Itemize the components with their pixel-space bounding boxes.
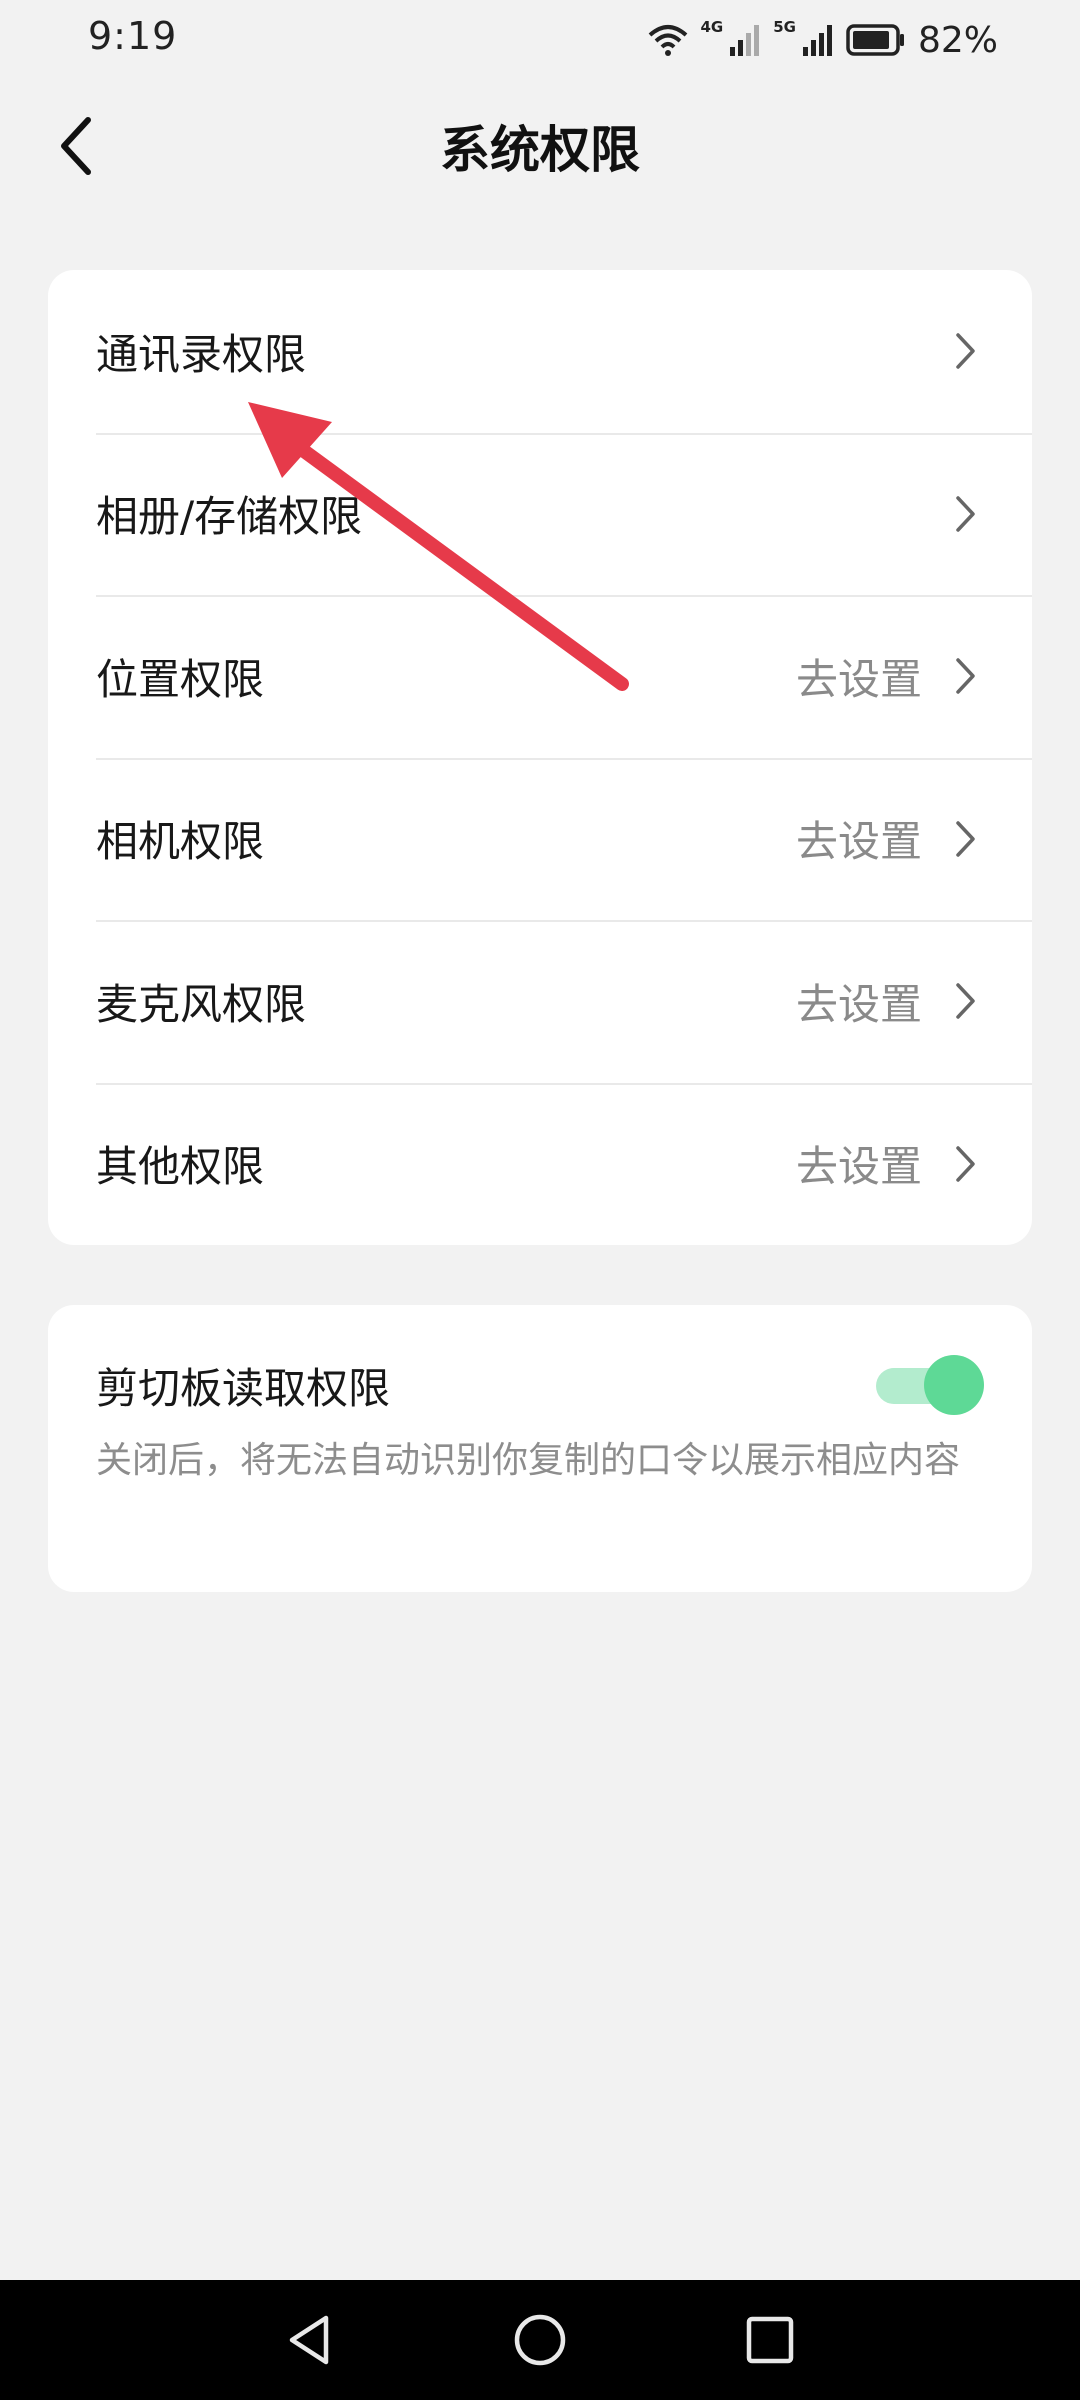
status-bar: 9:19 4G 5G 82% xyxy=(0,0,1080,80)
header: 系统权限 xyxy=(0,100,1080,192)
battery-icon xyxy=(846,24,904,56)
permission-row-location[interactable]: 位置权限 去设置 xyxy=(48,595,1032,758)
permission-label: 相机权限 xyxy=(96,817,265,867)
go-settings-link[interactable]: 去设置 xyxy=(796,1133,922,1194)
permission-row-microphone[interactable]: 麦克风权限 去设置 xyxy=(48,920,1032,1083)
network-type-label: 5G xyxy=(773,18,796,36)
permission-label: 位置权限 xyxy=(96,654,265,704)
status-time: 9:19 xyxy=(88,14,178,58)
permission-label: 麦克风权限 xyxy=(96,979,307,1029)
chevron-right-icon xyxy=(952,331,980,371)
permission-row-camera[interactable]: 相机权限 去设置 xyxy=(48,757,1032,921)
chevron-right-icon xyxy=(952,494,980,534)
recents-square-icon xyxy=(746,2316,794,2364)
status-icons: 4G 5G 82% xyxy=(648,14,998,66)
chevron-right-icon xyxy=(952,1144,980,1184)
permissions-card: 通讯录权限 相册/存储权限 位置权限 去设置 相机权限 去设置 麦克风权限 去设… xyxy=(48,270,1032,1245)
home-circle-icon xyxy=(514,2314,566,2366)
wifi-icon xyxy=(649,25,688,56)
permission-row-album-storage[interactable]: 相册/存储权限 xyxy=(48,432,1032,596)
clipboard-title: 剪切板读取权限 xyxy=(96,1364,391,1413)
go-settings-link[interactable]: 去设置 xyxy=(796,646,922,707)
clipboard-description: 关闭后，将无法自动识别你复制的口令以展示相应内容 xyxy=(96,1440,961,1481)
go-settings-link[interactable]: 去设置 xyxy=(796,971,922,1032)
clipboard-toggle[interactable] xyxy=(876,1355,984,1415)
signal-icon xyxy=(802,25,832,56)
nav-home-button[interactable] xyxy=(500,2300,580,2380)
clipboard-card: 剪切板读取权限 关闭后，将无法自动识别你复制的口令以展示相应内容 xyxy=(48,1305,1032,1592)
system-nav-bar xyxy=(0,2280,1080,2400)
chevron-right-icon xyxy=(952,819,980,859)
signal-icon xyxy=(730,25,760,56)
permission-row-other[interactable]: 其他权限 去设置 xyxy=(48,1082,1032,1246)
go-settings-link[interactable]: 去设置 xyxy=(796,808,922,869)
toggle-knob xyxy=(924,1355,984,1415)
nav-back-button[interactable] xyxy=(270,2300,350,2380)
permission-label: 通讯录权限 xyxy=(96,329,307,379)
back-triangle-icon xyxy=(289,2315,329,2365)
chevron-right-icon xyxy=(952,656,980,696)
permission-label: 相册/存储权限 xyxy=(96,492,363,542)
battery-percent: 82% xyxy=(917,19,998,61)
permission-row-contacts[interactable]: 通讯录权限 xyxy=(48,270,1032,433)
nav-recents-button[interactable] xyxy=(730,2300,810,2380)
permission-label: 其他权限 xyxy=(96,1142,265,1192)
chevron-right-icon xyxy=(952,981,980,1021)
network-type-label: 4G xyxy=(700,18,724,36)
page-title: 系统权限 xyxy=(440,121,640,179)
